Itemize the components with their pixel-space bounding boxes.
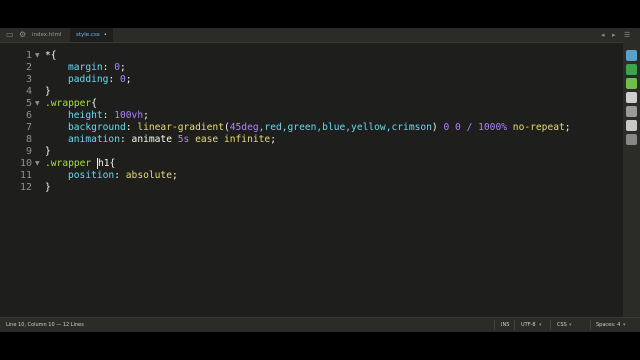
tab-index-html[interactable]: index.html: [26, 28, 67, 42]
line-number: 2: [25, 62, 32, 73]
close-icon[interactable]: •: [104, 32, 107, 38]
line-number: 3: [25, 74, 32, 85]
tab-style-css[interactable]: style.css •: [70, 28, 113, 42]
android-icon[interactable]: [626, 78, 637, 89]
line-number: 6: [25, 110, 32, 121]
sidebar-toggle-icon[interactable]: ▭: [6, 30, 14, 40]
code-line-7: background: linear-gradient(45deg,red,gr…: [68, 122, 571, 133]
package-icon[interactable]: [626, 64, 637, 75]
divider: [514, 320, 515, 330]
code-line-5: .wrapper{: [45, 98, 97, 109]
code-line-6: height: 100vh;: [68, 110, 149, 121]
code-line-10: .wrapper h1{: [45, 158, 116, 169]
indentation-selector[interactable]: Spaces: 4: [593, 321, 623, 329]
magnifier-icon[interactable]: [626, 106, 637, 117]
text-cursor: h1: [96, 158, 110, 169]
wrench-icon[interactable]: [626, 120, 637, 131]
cursor-position: Line 10, Column 10 — 12 Lines: [6, 322, 84, 328]
code-line-12: }: [45, 182, 51, 193]
code-line-1: *{: [45, 50, 57, 61]
tab-bar: ▭ ⚙ index.html style.css • ◂ ▸ ☰: [0, 28, 640, 43]
activity-icon[interactable]: [626, 50, 637, 61]
divider: [590, 320, 591, 330]
code-line-8: animation: animate 5s ease infinite;: [68, 134, 276, 145]
chevron-down-icon[interactable]: ▾: [566, 321, 575, 329]
fold-arrow-icon[interactable]: ▼: [35, 158, 40, 170]
code-line-2: margin: 0;: [68, 62, 126, 73]
fold-arrow-icon[interactable]: ▼: [35, 98, 40, 110]
fold-arrow-icon[interactable]: ▼: [35, 50, 40, 62]
line-number: 7: [25, 122, 32, 133]
line-number: 12: [19, 182, 32, 193]
chevron-left-icon[interactable]: ◂: [601, 30, 605, 40]
checker-icon[interactable]: [626, 92, 637, 103]
line-number: 11: [19, 170, 32, 181]
divider: [550, 320, 551, 330]
insert-mode[interactable]: INS: [498, 321, 512, 329]
editor-window: ▭ ⚙ index.html style.css • ◂ ▸ ☰ 1 2 3 4 …: [0, 28, 640, 332]
line-number: 8: [25, 134, 32, 145]
chevron-down-icon[interactable]: ▾: [536, 321, 545, 329]
toolbox-icon[interactable]: [626, 134, 637, 145]
line-number: 1: [25, 50, 32, 61]
line-number: 10: [19, 158, 32, 169]
line-number: 9: [25, 146, 32, 157]
code-line-11: position: absolute;: [68, 170, 178, 181]
code-line-9: }: [45, 146, 51, 157]
chevron-down-icon[interactable]: ▾: [620, 321, 629, 329]
code-line-4: }: [45, 86, 51, 97]
divider: [494, 320, 495, 330]
status-bar: Line 10, Column 10 — 12 Lines INS UTF-8 …: [0, 317, 640, 332]
code-line-3: padding: 0;: [68, 74, 132, 85]
line-number: 4: [25, 86, 32, 97]
plugin-sidebar: [623, 42, 640, 318]
menu-icon[interactable]: ☰: [624, 30, 630, 40]
line-number: 5: [25, 98, 32, 109]
tab-label: index.html: [32, 32, 62, 38]
tab-label: style.css: [76, 32, 100, 38]
chevron-right-icon[interactable]: ▸: [612, 30, 616, 40]
